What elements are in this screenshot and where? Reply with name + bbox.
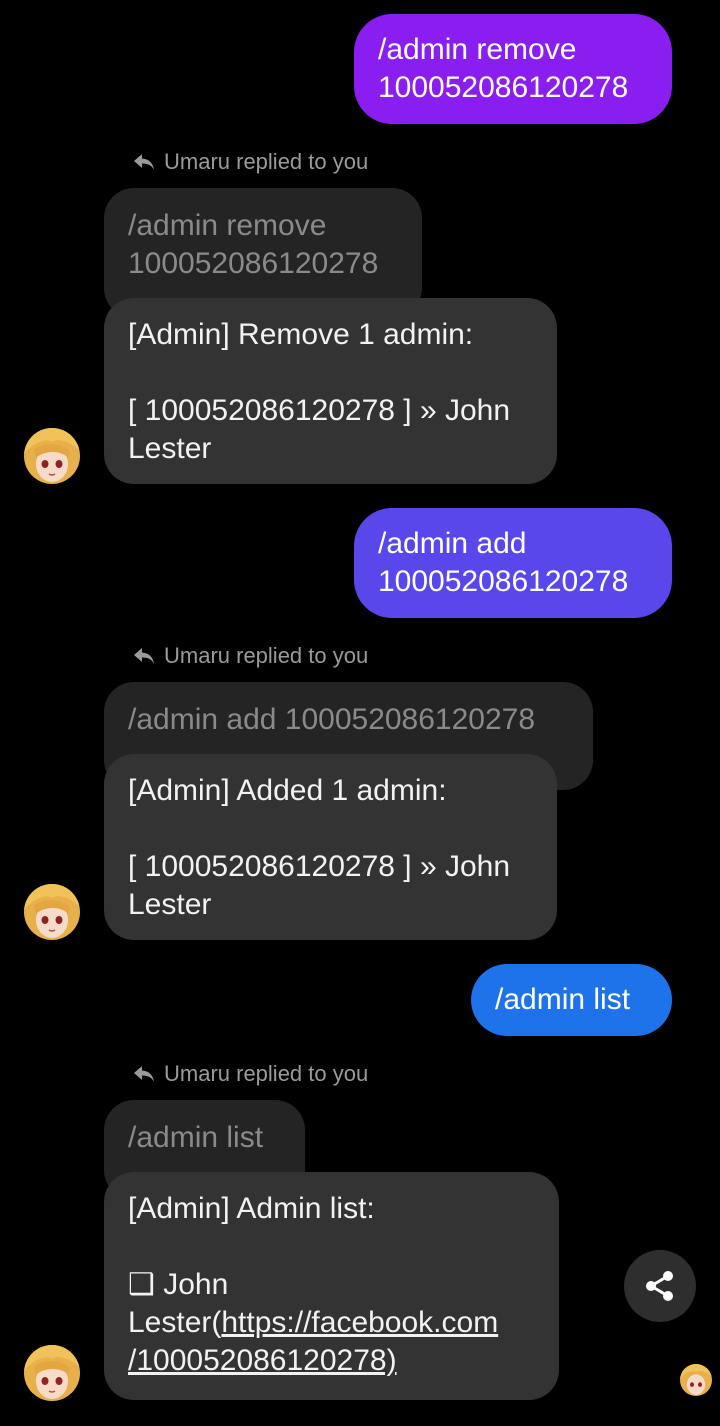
- reply-message-1[interactable]: [Admin] Remove 1 admin: [ 10005208612027…: [104, 298, 557, 484]
- umaru-avatar: [24, 428, 80, 484]
- replied-label: Umaru replied to you: [164, 643, 369, 668]
- reply-arrow-icon: [134, 1066, 154, 1082]
- sender-avatar-1[interactable]: [24, 428, 80, 484]
- reply-arrow-icon: [134, 648, 154, 664]
- outgoing-message-2[interactable]: /admin add 100052086120278: [354, 508, 672, 618]
- replied-label: Umaru replied to you: [164, 1061, 369, 1086]
- seen-avatar: [680, 1364, 712, 1396]
- replied-indicator-2: Umaru replied to you: [132, 641, 368, 671]
- share-icon: [646, 1271, 673, 1301]
- sender-avatar-3[interactable]: [24, 1345, 80, 1401]
- umaru-avatar: [24, 884, 80, 940]
- sender-avatar-2[interactable]: [24, 884, 80, 940]
- umaru-avatar: [680, 1364, 712, 1396]
- share-button[interactable]: [624, 1250, 696, 1322]
- replied-indicator-3: Umaru replied to you: [132, 1059, 368, 1089]
- replied-indicator-1: Umaru replied to you: [132, 147, 368, 177]
- reply-message-2[interactable]: [Admin] Added 1 admin: [ 100052086120278…: [104, 754, 557, 940]
- replied-label: Umaru replied to you: [164, 149, 369, 174]
- reply-arrow-icon: [134, 154, 154, 170]
- reply-message-3[interactable]: [Admin] Admin list: ❑ John Lester(https:…: [104, 1172, 559, 1400]
- outgoing-message-1[interactable]: /admin remove 100052086120278: [354, 14, 672, 124]
- umaru-avatar: [24, 1345, 80, 1401]
- outgoing-message-3[interactable]: /admin list: [471, 964, 672, 1036]
